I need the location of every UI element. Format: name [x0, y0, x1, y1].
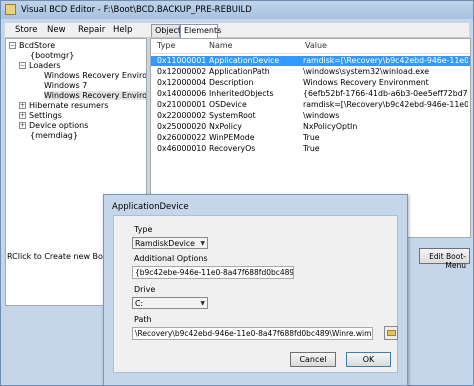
table-row[interactable]: 0x12000002 ApplicationPath \windows\syst…	[151, 67, 470, 77]
table-row[interactable]: 0x14000006 InheritedObjects {6efb52bf-17…	[151, 89, 470, 99]
tree-node-bootmgr[interactable]: {bootmgr}	[30, 51, 74, 60]
app-icon	[5, 4, 16, 15]
tree-node-winre-2[interactable]: Windows Recovery Environme	[44, 91, 146, 100]
title-bar: Visual BCD Editor - F:\Boot\BCD.BACKUP_P…	[1, 1, 473, 19]
application-device-dialog: ApplicationDevice Type RamdiskDevice ▼ A…	[103, 194, 408, 386]
type-select[interactable]: RamdiskDevice ▼	[132, 237, 208, 249]
table-row[interactable]: 0x22000002 SystemRoot \windows	[151, 111, 470, 121]
col-value[interactable]: Value	[305, 41, 327, 50]
tab-strip: Object Elements	[150, 24, 470, 38]
dialog-title: ApplicationDevice	[112, 202, 189, 212]
table-row[interactable]: 0x26000022 WinPEMode True	[151, 133, 470, 143]
tree-node-loaders[interactable]: − Loaders	[19, 61, 61, 70]
expand-icon[interactable]: +	[19, 102, 26, 109]
tree-node-bcdstore[interactable]: − BcdStore	[9, 41, 55, 50]
drive-select[interactable]: C: ▼	[132, 297, 208, 309]
chevron-down-icon: ▼	[200, 300, 205, 307]
ok-button[interactable]: OK	[346, 352, 391, 367]
menu-repair[interactable]: Repair	[78, 25, 105, 35]
table-row[interactable]: 0x11000001 ApplicationDevice ramdisk=[\R…	[151, 56, 470, 66]
path-field[interactable]: \Recovery\b9c42ebd-946e-11e0-8a47f688fd0…	[132, 327, 373, 340]
drive-select-value: C:	[135, 299, 144, 308]
table-row[interactable]: 0x46000010 RecoveryOs True	[151, 144, 470, 154]
tree-node-hibernate[interactable]: + Hibernate resumers	[19, 101, 108, 110]
table-row[interactable]: 0x25000020 NxPolicy NxPolicyOptIn	[151, 122, 470, 132]
cancel-button[interactable]: Cancel	[290, 352, 336, 367]
menu-help[interactable]: Help	[113, 25, 132, 35]
menu-new[interactable]: New	[47, 25, 66, 35]
expand-icon[interactable]: +	[19, 112, 26, 119]
tree-node-settings[interactable]: + Settings	[19, 111, 62, 120]
tab-elements[interactable]: Elements	[180, 24, 221, 38]
browse-button[interactable]	[384, 326, 398, 340]
folder-icon	[387, 330, 396, 336]
type-select-value: RamdiskDevice	[135, 239, 195, 248]
drive-label: Drive	[134, 285, 156, 294]
tree-node-device-options[interactable]: + Device options	[19, 121, 88, 130]
tab-object[interactable]: Object	[151, 24, 181, 37]
additional-options-label: Additional Options	[134, 254, 208, 263]
col-name[interactable]: Name	[209, 41, 233, 50]
path-label: Path	[134, 315, 152, 324]
expand-icon[interactable]: +	[19, 122, 26, 129]
col-type[interactable]: Type	[157, 41, 175, 50]
chevron-down-icon: ▼	[200, 240, 205, 247]
additional-options-field[interactable]: {b9c42ebe-946e-11e0-8a47f688fd0bc489}	[132, 266, 294, 279]
collapse-icon[interactable]: −	[19, 62, 26, 69]
type-label: Type	[134, 225, 153, 234]
collapse-icon[interactable]: −	[9, 42, 16, 49]
tree-node-windows7[interactable]: Windows 7	[44, 81, 87, 90]
tree-node-memdiag[interactable]: {memdiag}	[30, 131, 78, 140]
tree-node-winre-1[interactable]: Windows Recovery Environme	[44, 71, 146, 80]
edit-boot-menu-button[interactable]: Edit Boot-Menu	[419, 248, 470, 270]
window-title: Visual BCD Editor - F:\Boot\BCD.BACKUP_P…	[21, 5, 252, 15]
dialog-body: Type RamdiskDevice ▼ Additional Options …	[113, 215, 398, 373]
table-row[interactable]: 0x21000001 OSDevice ramdisk=[\Recovery\b…	[151, 100, 470, 110]
header-divider	[151, 53, 470, 54]
menu-store[interactable]: Store	[15, 25, 37, 35]
table-row[interactable]: 0x12000004 Description Windows Recovery …	[151, 78, 470, 88]
